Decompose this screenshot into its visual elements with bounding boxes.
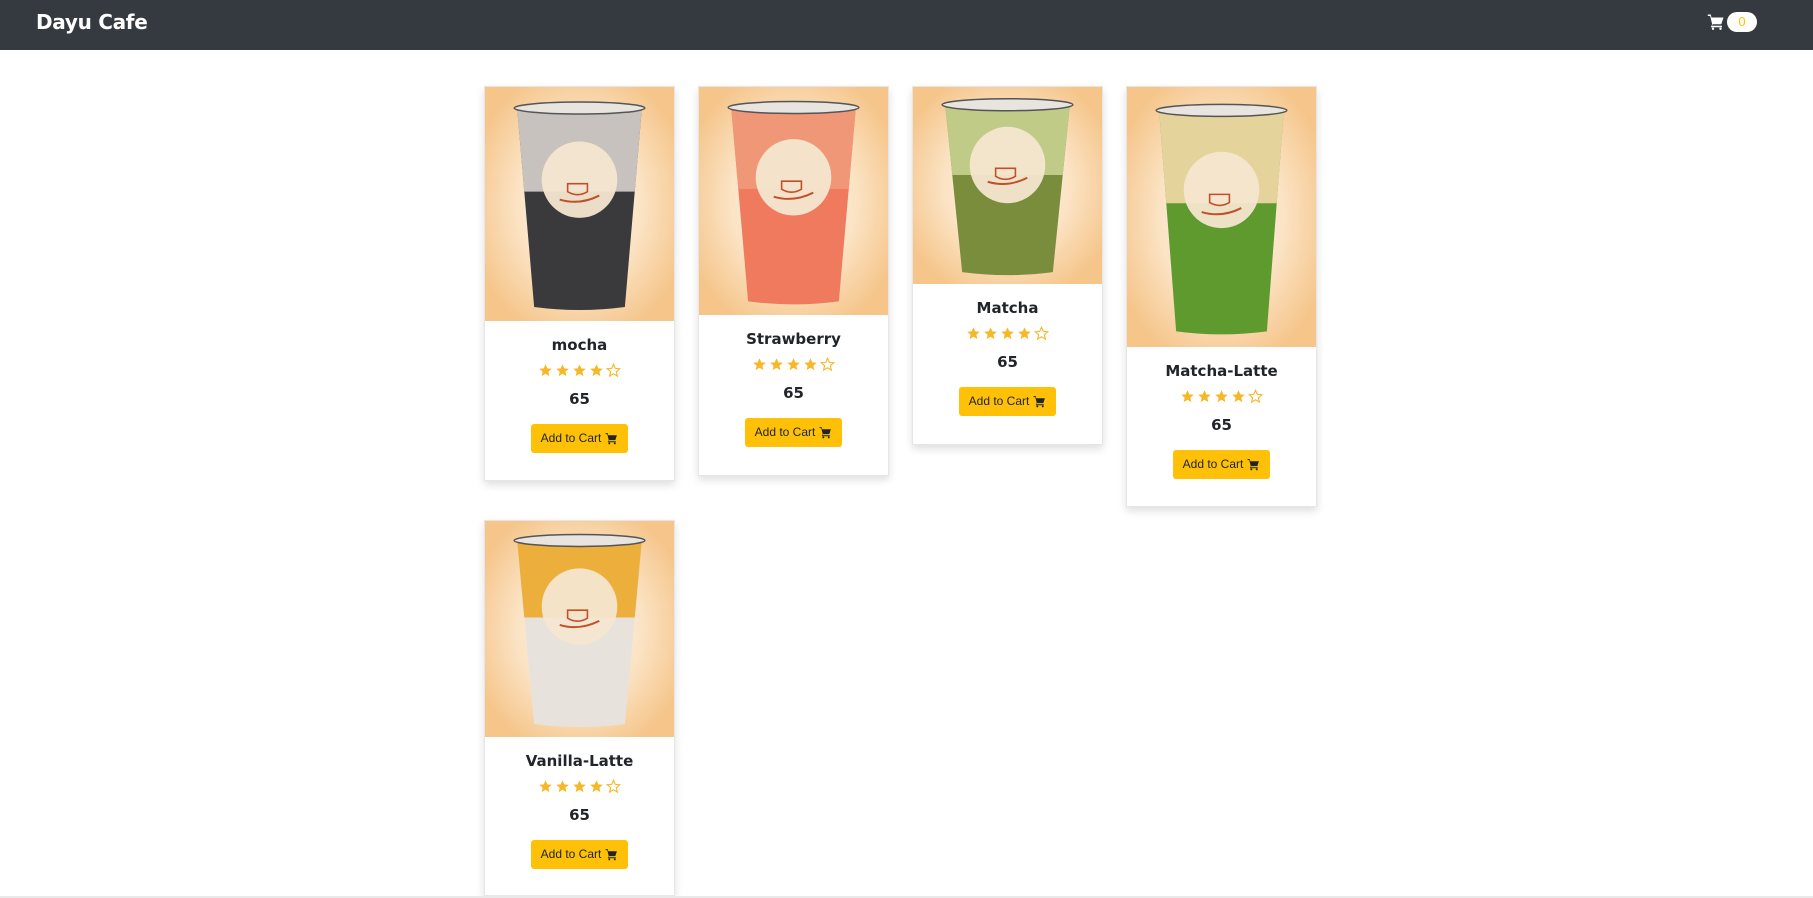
shopping-cart-icon [1033,396,1046,408]
star-filled-icon [556,364,569,377]
add-to-cart-button[interactable]: Add to Cart [530,840,629,869]
star-filled-icon [1215,390,1228,403]
product-price: 65 [997,353,1018,371]
product-card: mocha 65 Add to Cart [484,86,675,481]
star-filled-icon [590,364,603,377]
cart-button[interactable]: 0 [1707,11,1757,33]
product-card-body: mocha 65 Add to Cart [485,321,674,453]
add-to-cart-button[interactable]: Add to Cart [958,387,1057,416]
star-filled-icon [1018,327,1031,340]
product-rating [699,357,888,373]
product-rating [485,363,674,379]
product-name: Vanilla-Latte [525,752,634,770]
product-rating [1127,389,1316,405]
star-filled-icon [770,358,783,371]
product-card-body: Vanilla-Latte 65 Add to Cart [485,737,674,869]
star-empty-icon [606,363,621,378]
product-name: Matcha [976,299,1039,317]
add-to-cart-label: Add to Cart [540,847,602,861]
product-image [699,87,888,315]
product-card: Matcha-Latte 65 Add to Cart [1126,86,1317,507]
add-to-cart-label: Add to Cart [968,394,1030,408]
star-empty-icon [820,357,835,372]
product-image [485,87,674,321]
star-filled-icon [967,327,980,340]
star-filled-icon [1232,390,1245,403]
add-to-cart-label: Add to Cart [540,431,602,445]
star-filled-icon [539,780,552,793]
star-filled-icon [573,364,586,377]
product-card: Matcha 65 Add to Cart [912,86,1103,445]
shopping-cart-icon [1247,459,1260,471]
add-to-cart-label: Add to Cart [1182,457,1244,471]
shopping-cart-icon [605,433,618,445]
product-rating [485,779,674,795]
star-empty-icon [1248,389,1263,404]
star-filled-icon [1198,390,1211,403]
add-to-cart-button[interactable]: Add to Cart [744,418,843,447]
product-image [485,521,674,737]
star-filled-icon [590,780,603,793]
product-price: 65 [1211,416,1232,434]
add-to-cart-button[interactable]: Add to Cart [530,424,629,453]
shopping-cart-icon [819,427,832,439]
star-filled-icon [1181,390,1194,403]
star-filled-icon [573,780,586,793]
star-filled-icon [787,358,800,371]
product-name: Strawberry [746,330,841,348]
star-filled-icon [1001,327,1014,340]
add-to-cart-button[interactable]: Add to Cart [1172,450,1271,479]
star-filled-icon [984,327,997,340]
add-to-cart-label: Add to Cart [754,425,816,439]
product-price: 65 [569,806,590,824]
star-filled-icon [804,358,817,371]
star-filled-icon [556,780,569,793]
navbar: Dayu Cafe 0 [0,0,1813,50]
product-rating [913,326,1102,342]
product-card-body: Matcha 65 Add to Cart [913,284,1102,416]
product-name: Matcha-Latte [1165,362,1278,380]
product-name: mocha [551,336,608,354]
product-card-body: Strawberry 65 Add to Cart [699,315,888,447]
product-card: Vanilla-Latte 65 Add to Cart [484,520,675,896]
star-filled-icon [539,364,552,377]
product-price: 65 [569,390,590,408]
product-image [913,87,1102,284]
product-card: Strawberry 65 Add to Cart [698,86,889,476]
star-filled-icon [753,358,766,371]
star-empty-icon [1034,326,1049,341]
product-image [1127,87,1316,347]
product-card-body: Matcha-Latte 65 Add to Cart [1127,347,1316,479]
product-price: 65 [783,384,804,402]
shopping-cart-icon [1707,14,1724,30]
brand-logo-text[interactable]: Dayu Cafe [36,10,148,34]
shopping-cart-icon [605,849,618,861]
star-empty-icon [606,779,621,794]
cart-count-badge: 0 [1727,12,1757,32]
